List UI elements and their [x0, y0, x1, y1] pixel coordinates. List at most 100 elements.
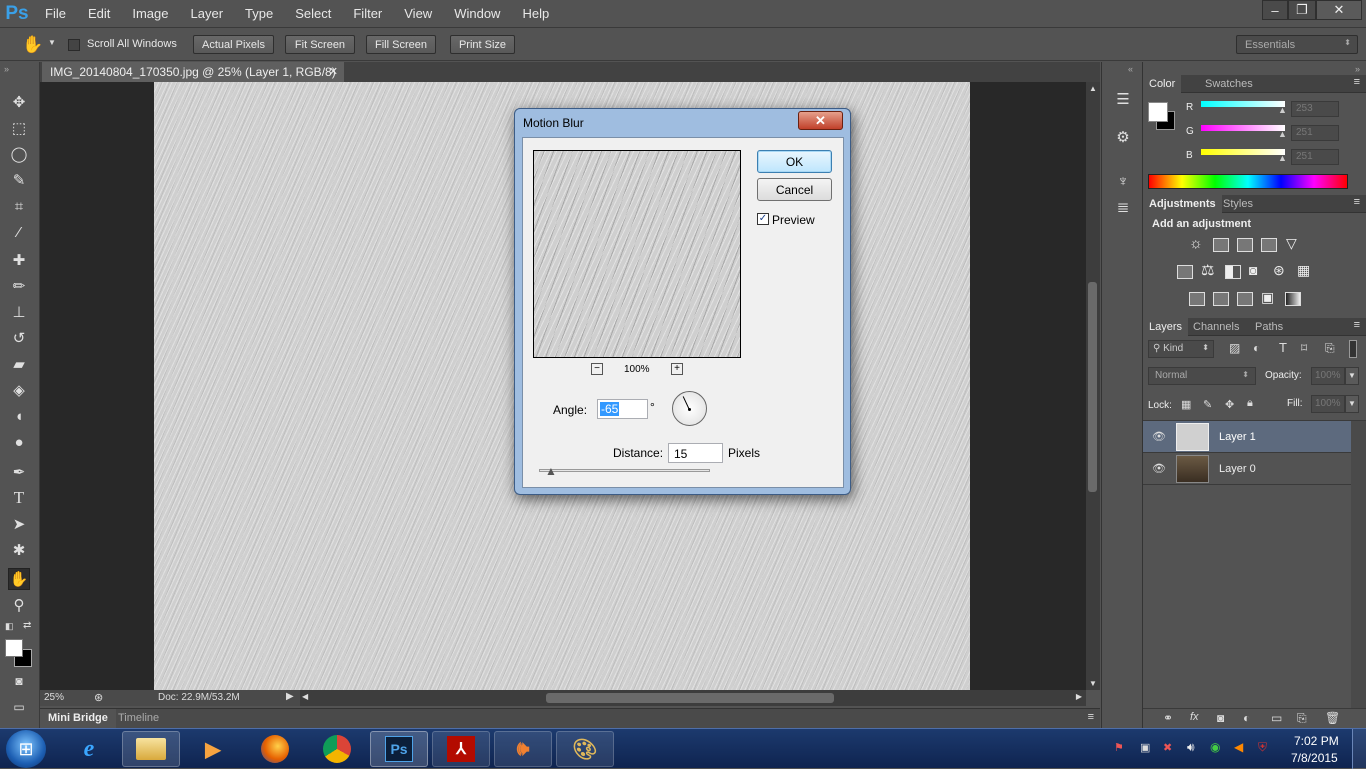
lasso-tool-icon[interactable]: ◯ — [8, 143, 30, 165]
hand-tool-active-icon[interactable]: ✋ — [8, 568, 30, 590]
tab-swatches[interactable]: Swatches — [1199, 75, 1259, 93]
new-group-icon[interactable]: ▭ — [1271, 711, 1282, 725]
photo-filter-icon[interactable]: ◙ — [1249, 262, 1257, 278]
threshold-icon[interactable] — [1237, 292, 1253, 306]
workspace-switcher[interactable]: Essentials ⬍ — [1236, 35, 1358, 54]
dodge-tool-icon[interactable]: ● — [8, 431, 30, 453]
channel-r-slider[interactable] — [1201, 101, 1285, 107]
custom-shape-tool-icon[interactable]: ✱ — [8, 539, 30, 561]
menu-filter[interactable]: Filter — [342, 0, 393, 28]
channel-g-thumb-icon[interactable]: ▲ — [1278, 129, 1287, 139]
brush-tool-icon[interactable]: ✏ — [8, 275, 30, 297]
preview-checkbox[interactable]: ✓ — [757, 213, 769, 225]
curves-icon[interactable] — [1237, 238, 1253, 252]
collapse-dock-icon[interactable]: « — [1128, 64, 1133, 74]
tray-volume-icon[interactable]: 🔊︎ — [1187, 740, 1195, 755]
dialog-close-button[interactable]: ✕ — [798, 111, 843, 130]
chrome-button[interactable] — [308, 731, 366, 767]
history-brush-tool-icon[interactable]: ↺ — [8, 327, 30, 349]
tab-styles[interactable]: Styles — [1217, 195, 1259, 213]
file-explorer-button[interactable] — [122, 731, 180, 767]
pen-tool-icon[interactable]: ✒ — [8, 461, 30, 483]
fill-dropdown-icon[interactable]: ▼ — [1345, 395, 1359, 413]
distance-slider-thumb-icon[interactable]: ▲ — [545, 464, 557, 478]
move-tool-icon[interactable]: ✥ — [8, 91, 30, 113]
filter-shape-icon[interactable]: ⌑ — [1301, 341, 1307, 355]
channel-r-value[interactable]: 253 — [1291, 101, 1339, 117]
quick-selection-tool-icon[interactable]: ✎ — [8, 169, 30, 191]
exposure-icon[interactable] — [1261, 238, 1277, 252]
eraser-tool-icon[interactable]: ▰ — [8, 353, 30, 375]
screen-mode-icon[interactable]: ▭ — [8, 696, 30, 718]
zoom-out-icon[interactable]: − — [591, 363, 603, 375]
tab-channels[interactable]: Channels — [1187, 318, 1245, 336]
menu-image[interactable]: Image — [121, 0, 179, 28]
layers-panel-menu-icon[interactable]: ≡ — [1354, 319, 1360, 331]
menu-view[interactable]: View — [393, 0, 443, 28]
delete-layer-icon[interactable]: 🗑︎ — [1325, 711, 1340, 725]
adjustments-panel-menu-icon[interactable]: ≡ — [1354, 196, 1360, 208]
blur-preview[interactable] — [533, 150, 741, 358]
close-window-button[interactable]: ✕ — [1316, 0, 1362, 20]
default-colors-icon[interactable]: ◧ — [5, 621, 14, 632]
collapse-panels-icon[interactable]: » — [1355, 64, 1360, 74]
layer-1-visibility-icon[interactable]: 👁︎ — [1152, 430, 1166, 443]
tab-color[interactable]: Color — [1143, 75, 1182, 93]
menu-layer[interactable]: Layer — [180, 0, 235, 28]
path-selection-tool-icon[interactable]: ➤ — [8, 513, 30, 535]
opacity-dropdown-icon[interactable]: ▼ — [1345, 367, 1359, 385]
tray-security-icon[interactable]: ⛨ — [1258, 740, 1267, 755]
tray-speaker-icon[interactable]: ◀ — [1234, 740, 1243, 754]
scroll-right-icon[interactable]: ▶ — [1076, 692, 1082, 701]
lock-transparent-icon[interactable]: ▦ — [1181, 398, 1191, 411]
quick-mask-icon[interactable]: ◙ — [8, 670, 30, 692]
audio-app-icon[interactable]: 🕪︎ — [494, 731, 552, 767]
scroll-up-icon[interactable]: ▲ — [1089, 84, 1097, 93]
filter-adjustment-icon[interactable]: ◐ — [1253, 341, 1260, 355]
crop-tool-icon[interactable]: ⌗ — [8, 195, 30, 217]
close-tab-icon[interactable]: ✕ — [329, 62, 338, 82]
history-panel-icon[interactable]: ☰ — [1112, 88, 1134, 110]
brush-panel-icon[interactable]: ♆ — [1112, 170, 1134, 192]
fill-input[interactable]: 100% — [1311, 395, 1345, 413]
scroll-left-icon[interactable]: ◀ — [302, 692, 308, 701]
marquee-tool-icon[interactable]: ⬚ — [8, 117, 30, 139]
acrobat-button[interactable]: ⅄ — [432, 731, 490, 767]
status-info-icon[interactable]: ⊛ — [94, 691, 103, 704]
selective-color-icon[interactable]: ▣ — [1261, 289, 1274, 306]
type-tool-icon[interactable]: T — [8, 487, 30, 509]
invert-icon[interactable] — [1189, 292, 1205, 306]
layer-row-layer-0[interactable]: 👁︎ Layer 0 — [1143, 453, 1351, 485]
color-fg-swatch[interactable] — [1148, 102, 1168, 122]
horizontal-scrollbar[interactable]: ◀ ▶ — [300, 690, 1086, 706]
foreground-color-swatch[interactable] — [5, 639, 23, 657]
media-player-icon[interactable]: ▶ — [184, 731, 242, 767]
cancel-button[interactable]: Cancel — [757, 178, 832, 201]
new-adjustment-layer-icon[interactable]: ◐ — [1243, 711, 1250, 725]
mini-bridge-tab[interactable]: Mini Bridge — [40, 709, 116, 728]
ok-button[interactable]: OK — [757, 150, 832, 173]
vibrance-icon[interactable]: ▽ — [1286, 235, 1297, 252]
tray-app-icon[interactable]: ▣ — [1140, 741, 1150, 754]
fill-screen-button[interactable]: Fill Screen — [366, 35, 436, 54]
actual-pixels-button[interactable]: Actual Pixels — [193, 35, 274, 54]
color-balance-icon[interactable]: ⚖ — [1201, 261, 1214, 279]
scroll-down-icon[interactable]: ▼ — [1089, 679, 1097, 688]
menu-file[interactable]: File — [34, 0, 77, 28]
gradient-map-icon[interactable] — [1285, 292, 1301, 306]
tray-network-icon[interactable]: ✖ — [1163, 741, 1172, 754]
channel-b-thumb-icon[interactable]: ▲ — [1278, 153, 1287, 163]
channel-g-slider[interactable] — [1201, 125, 1285, 131]
internet-explorer-icon[interactable]: e — [60, 731, 118, 767]
color-panel-menu-icon[interactable]: ≡ — [1354, 76, 1360, 88]
channel-b-value[interactable]: 251 — [1291, 149, 1339, 165]
layer-1-name[interactable]: Layer 1 — [1219, 431, 1256, 443]
paint-app-icon[interactable]: 🎨︎ — [556, 731, 614, 767]
lock-position-icon[interactable]: ✥ — [1225, 398, 1234, 411]
layer-kind-filter[interactable]: ⚲ Kind ⬍ — [1148, 340, 1214, 358]
hue-saturation-icon[interactable] — [1177, 265, 1193, 279]
menu-window[interactable]: Window — [443, 0, 511, 28]
zoom-level[interactable]: 25% — [44, 692, 64, 703]
show-desktop-button[interactable] — [1352, 729, 1366, 769]
clock-time[interactable]: 7:02 PM — [1294, 734, 1339, 748]
